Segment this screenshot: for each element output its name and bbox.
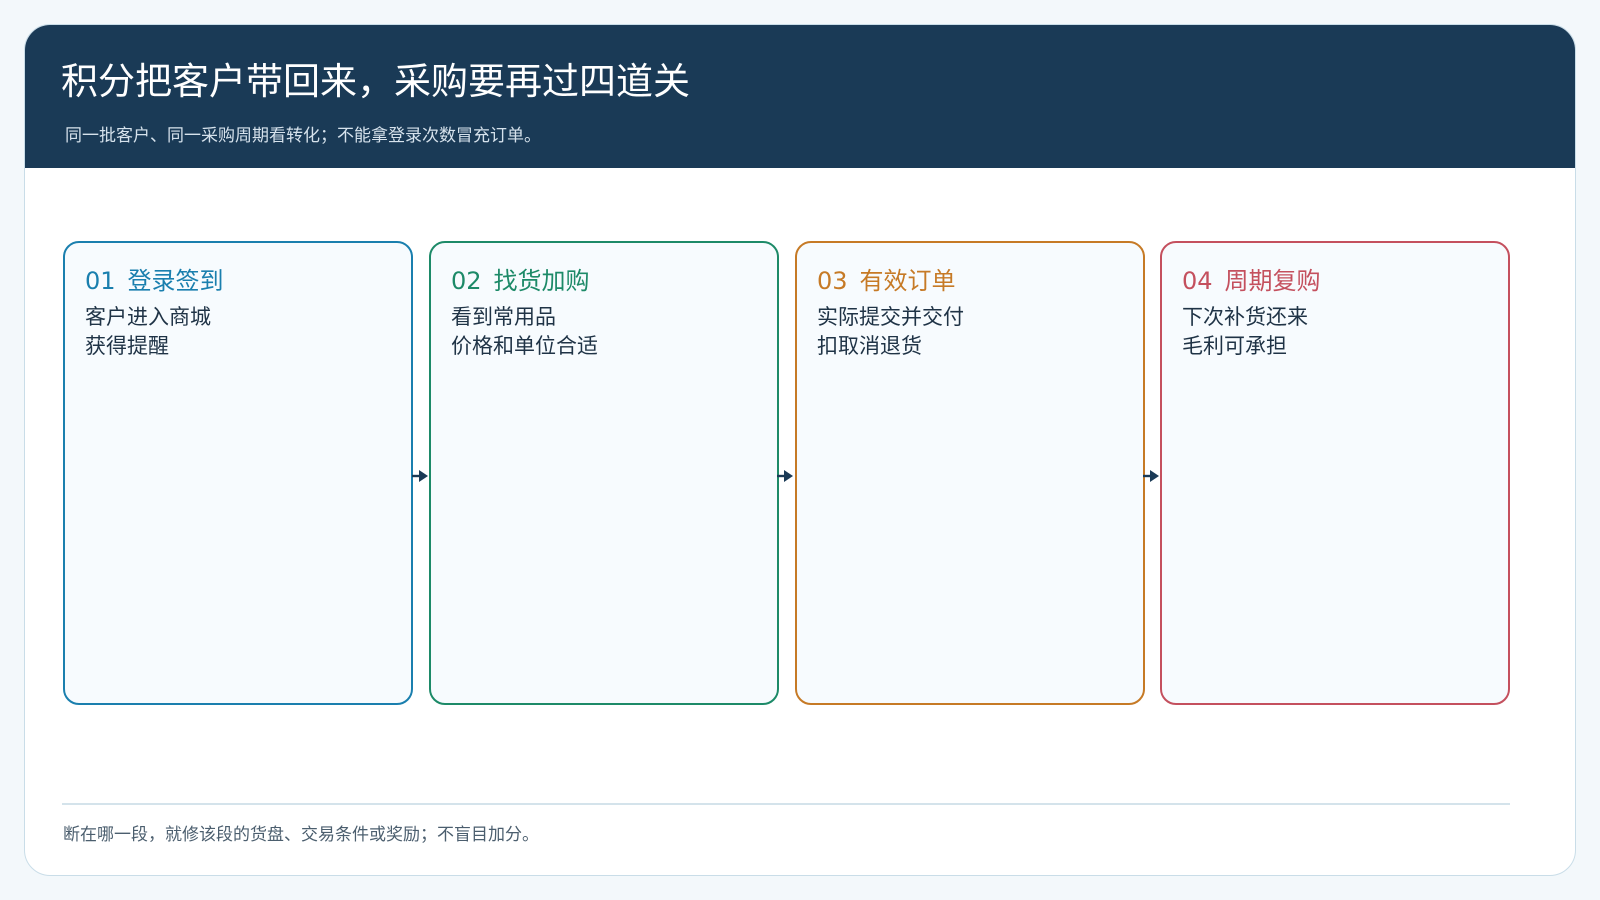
stage-card-find-goods: 02 找货加购 看到常用品 价格和单位合适 bbox=[429, 241, 779, 705]
page-subtitle: 同一批客户、同一采购周期看转化；不能拿登录次数冒充订单。 bbox=[65, 126, 541, 146]
stage-description: 实际提交并交付 扣取消退货 bbox=[817, 303, 964, 361]
stage-card-valid-order: 03 有效订单 实际提交并交付 扣取消退货 bbox=[795, 241, 1145, 705]
stage-line: 看到常用品 bbox=[451, 305, 556, 329]
arrow-right-icon bbox=[412, 470, 428, 482]
stage-number: 04 bbox=[1182, 267, 1213, 295]
stage-title: 04 周期复购 bbox=[1182, 261, 1321, 296]
stage-number: 01 bbox=[85, 267, 116, 295]
footer-divider bbox=[62, 803, 1510, 805]
stage-line: 毛利可承担 bbox=[1182, 334, 1287, 358]
stage-line: 实际提交并交付 bbox=[817, 305, 964, 329]
page-title: 积分把客户带回来，采购要再过四道关 bbox=[61, 60, 690, 103]
stage-title: 01 登录签到 bbox=[85, 261, 224, 296]
stage-description: 下次补货还来 毛利可承担 bbox=[1182, 303, 1308, 361]
stage-name: 登录签到 bbox=[127, 267, 224, 295]
footer-note: 断在哪一段，就修该段的货盘、交易条件或奖励；不盲目加分。 bbox=[63, 825, 539, 845]
stage-description: 看到常用品 价格和单位合适 bbox=[451, 303, 598, 361]
stage-card-repurchase: 04 周期复购 下次补货还来 毛利可承担 bbox=[1160, 241, 1510, 705]
stage-number: 03 bbox=[817, 267, 848, 295]
stage-line: 价格和单位合适 bbox=[451, 334, 598, 358]
stage-name: 有效订单 bbox=[859, 267, 956, 295]
arrow-right-icon bbox=[777, 470, 793, 482]
header-band: 积分把客户带回来，采购要再过四道关 同一批客户、同一采购周期看转化；不能拿登录次… bbox=[25, 25, 1575, 168]
stage-name: 找货加购 bbox=[493, 267, 590, 295]
stage-card-login: 01 登录签到 客户进入商城 获得提醒 bbox=[63, 241, 413, 705]
stage-line: 下次补货还来 bbox=[1182, 305, 1308, 329]
arrow-right-icon bbox=[1143, 470, 1159, 482]
stage-line: 客户进入商城 bbox=[85, 305, 211, 329]
slide: 积分把客户带回来，采购要再过四道关 同一批客户、同一采购周期看转化；不能拿登录次… bbox=[24, 24, 1576, 876]
stage-line: 获得提醒 bbox=[85, 334, 169, 358]
stage-line: 扣取消退货 bbox=[817, 334, 922, 358]
stage-title: 02 找货加购 bbox=[451, 261, 590, 296]
stage-name: 周期复购 bbox=[1224, 267, 1321, 295]
stage-number: 02 bbox=[451, 267, 482, 295]
stage-description: 客户进入商城 获得提醒 bbox=[85, 303, 211, 361]
stage-title: 03 有效订单 bbox=[817, 261, 956, 296]
